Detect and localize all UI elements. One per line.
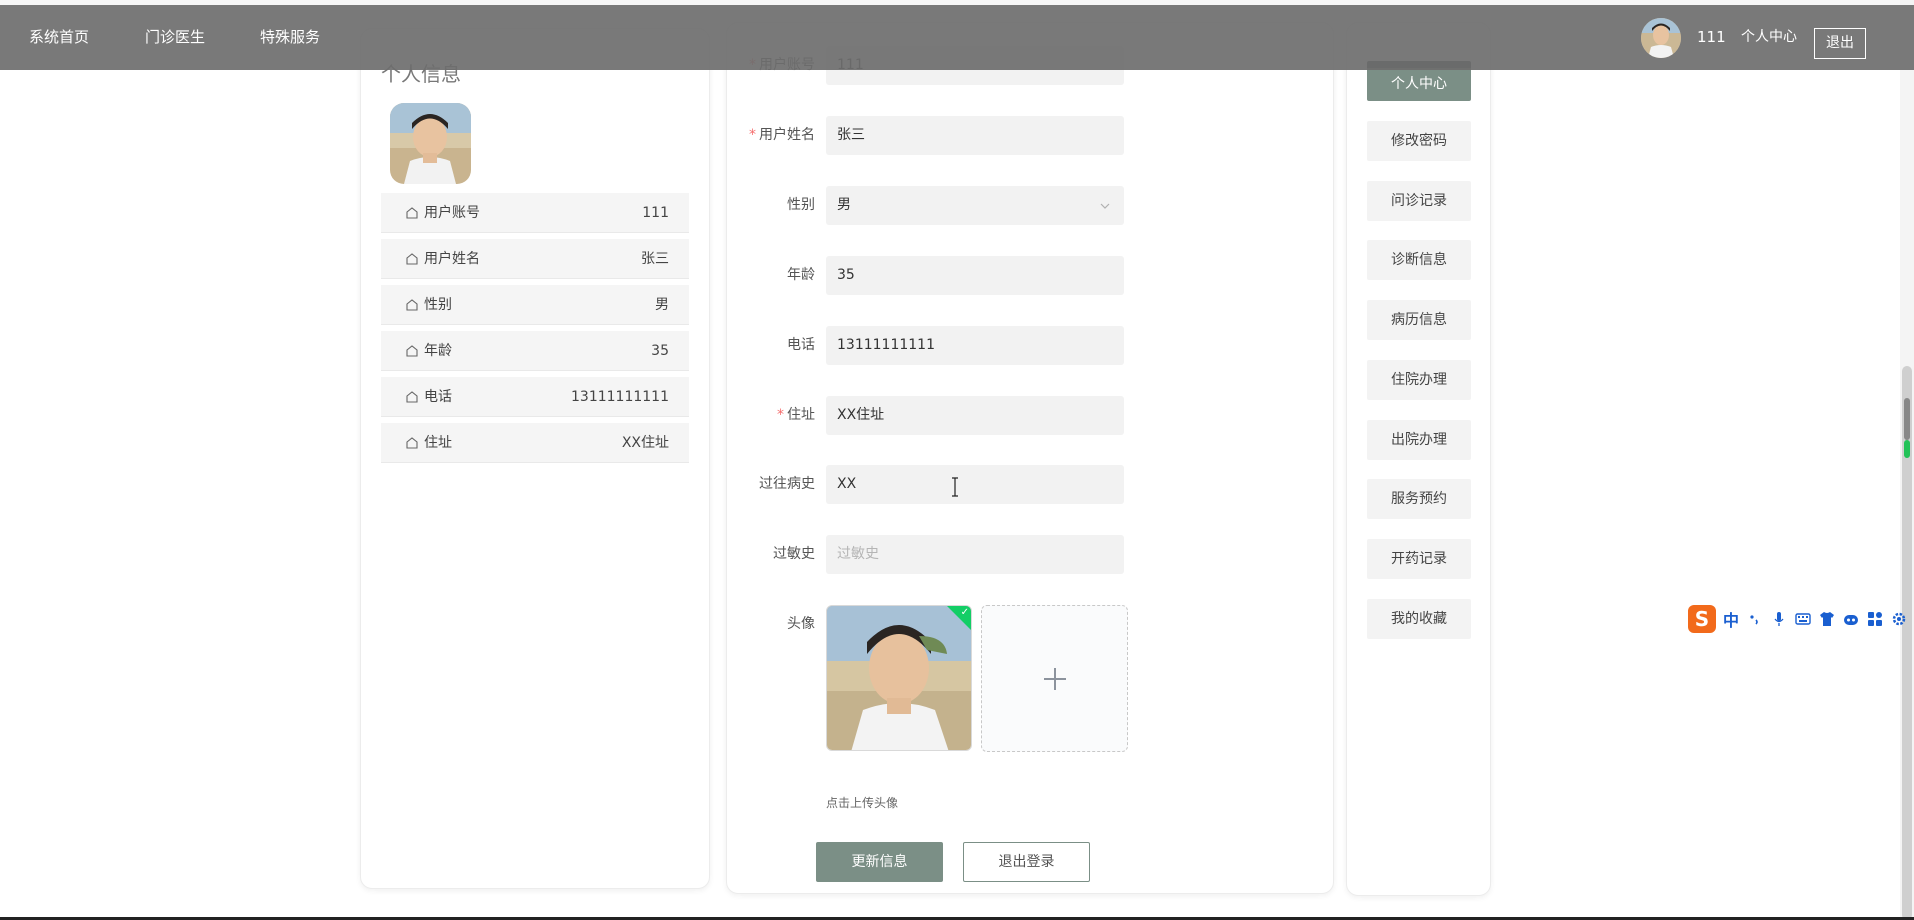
robot-assistant-icon[interactable]: [1843, 611, 1859, 627]
address-input[interactable]: XX住址: [826, 396, 1124, 435]
scrollbar-indicator: [1904, 398, 1910, 440]
menu-item-admission[interactable]: 住院办理: [1367, 360, 1471, 400]
required-mark: *: [749, 127, 756, 143]
avatar-photo: [1641, 18, 1681, 58]
home-outline-icon: [406, 437, 418, 449]
profile-avatar: [390, 103, 471, 184]
phone-input[interactable]: 13111111111: [826, 326, 1124, 365]
profile-row-value: 111: [642, 205, 669, 221]
menu-item-medical-records[interactable]: 病历信息: [1367, 300, 1471, 340]
home-outline-icon: [406, 207, 418, 219]
nav-logout-button[interactable]: 退出: [1814, 28, 1866, 59]
avatar-upload-button[interactable]: [981, 605, 1128, 752]
profile-row-address: 住址 XX住址: [381, 423, 689, 463]
profile-row-value: 男: [655, 297, 669, 313]
ime-toolbar[interactable]: S 中: [1683, 603, 1914, 635]
plus-icon-stroke: [1054, 668, 1056, 690]
home-outline-icon: [406, 391, 418, 403]
upload-tip: 点击上传头像: [826, 796, 899, 810]
profile-row-value: 35: [651, 343, 669, 359]
age-label: 年龄: [787, 267, 815, 283]
scrollbar-indicator-green: [1904, 440, 1910, 458]
skin-shirt-icon[interactable]: [1819, 611, 1835, 627]
phone-label: 电话: [787, 337, 815, 353]
allergy-label: 过敏史: [773, 546, 815, 562]
nav-user-center-link[interactable]: 个人中心: [1741, 5, 1797, 70]
text-cursor-icon: [952, 477, 958, 497]
user-avatar[interactable]: [1641, 18, 1681, 58]
apps-grid-icon[interactable]: [1867, 611, 1883, 627]
microphone-icon[interactable]: [1771, 611, 1787, 627]
menu-item-discharge[interactable]: 出院办理: [1367, 420, 1471, 460]
history-label: 过往病史: [759, 476, 815, 492]
menu-item-prescription-records[interactable]: 开药记录: [1367, 539, 1471, 579]
update-info-button[interactable]: 更新信息: [816, 842, 943, 882]
name-label-text: 用户姓名: [759, 127, 815, 143]
profile-row-account: 用户账号 111: [381, 193, 689, 233]
required-mark: *: [777, 407, 784, 423]
avatar-label: 头像: [787, 616, 815, 632]
ime-mode-toggle[interactable]: 中: [1723, 607, 1739, 631]
profile-row-label: 住址: [424, 435, 452, 451]
logout-form-button[interactable]: 退出登录: [963, 842, 1090, 882]
age-input[interactable]: 35: [826, 256, 1124, 295]
profile-row-value: 13111111111: [571, 389, 669, 405]
punctuation-icon[interactable]: [1747, 611, 1763, 627]
home-outline-icon: [406, 345, 418, 357]
top-nav-bar: 系统首页 门诊医生 特殊服务 111 个人中心 退出: [0, 5, 1914, 70]
ime-logo-icon[interactable]: S: [1688, 605, 1716, 633]
profile-row-gender: 性别 男: [381, 285, 689, 325]
menu-item-favorites[interactable]: 我的收藏: [1367, 599, 1471, 639]
home-outline-icon: [406, 253, 418, 265]
profile-row-label: 性别: [424, 297, 452, 313]
profile-row-value: 张三: [641, 251, 669, 267]
gender-select[interactable]: 男: [826, 186, 1124, 225]
nav-item-special-services[interactable]: 特殊服务: [260, 5, 320, 70]
profile-row-label: 用户姓名: [424, 251, 480, 267]
address-label-text: 住址: [787, 407, 815, 423]
profile-row-label: 年龄: [424, 343, 452, 359]
profile-row-label: 用户账号: [424, 205, 480, 221]
nav-item-home[interactable]: 系统首页: [29, 5, 89, 70]
avatar-photo: [390, 103, 471, 184]
name-input[interactable]: 张三: [826, 116, 1124, 155]
gender-label: 性别: [787, 197, 815, 213]
name-label: * 用户姓名: [720, 116, 815, 154]
history-input[interactable]: XX: [826, 465, 1124, 504]
check-icon: ✓: [960, 607, 969, 618]
nav-username[interactable]: 111: [1697, 5, 1726, 70]
menu-item-service-booking[interactable]: 服务预约: [1367, 479, 1471, 519]
profile-row-age: 年龄 35: [381, 331, 689, 371]
address-label: * 住址: [720, 396, 815, 434]
menu-item-diagnosis-info[interactable]: 诊断信息: [1367, 240, 1471, 280]
profile-row-label: 电话: [424, 389, 452, 405]
menu-item-change-password[interactable]: 修改密码: [1367, 121, 1471, 161]
nav-item-doctors[interactable]: 门诊医生: [145, 5, 205, 70]
allergy-input[interactable]: 过敏史: [826, 535, 1124, 574]
profile-row-value: XX住址: [621, 435, 669, 451]
settings-gear-icon[interactable]: [1891, 611, 1907, 627]
home-outline-icon: [406, 299, 418, 311]
profile-row-phone: 电话 13111111111: [381, 377, 689, 417]
profile-row-name: 用户姓名 张三: [381, 239, 689, 279]
chevron-down-icon[interactable]: [1098, 199, 1112, 213]
menu-item-consult-records[interactable]: 问诊记录: [1367, 181, 1471, 221]
avatar-upload-preview[interactable]: ✓: [826, 605, 972, 751]
keyboard-icon[interactable]: [1795, 611, 1811, 627]
